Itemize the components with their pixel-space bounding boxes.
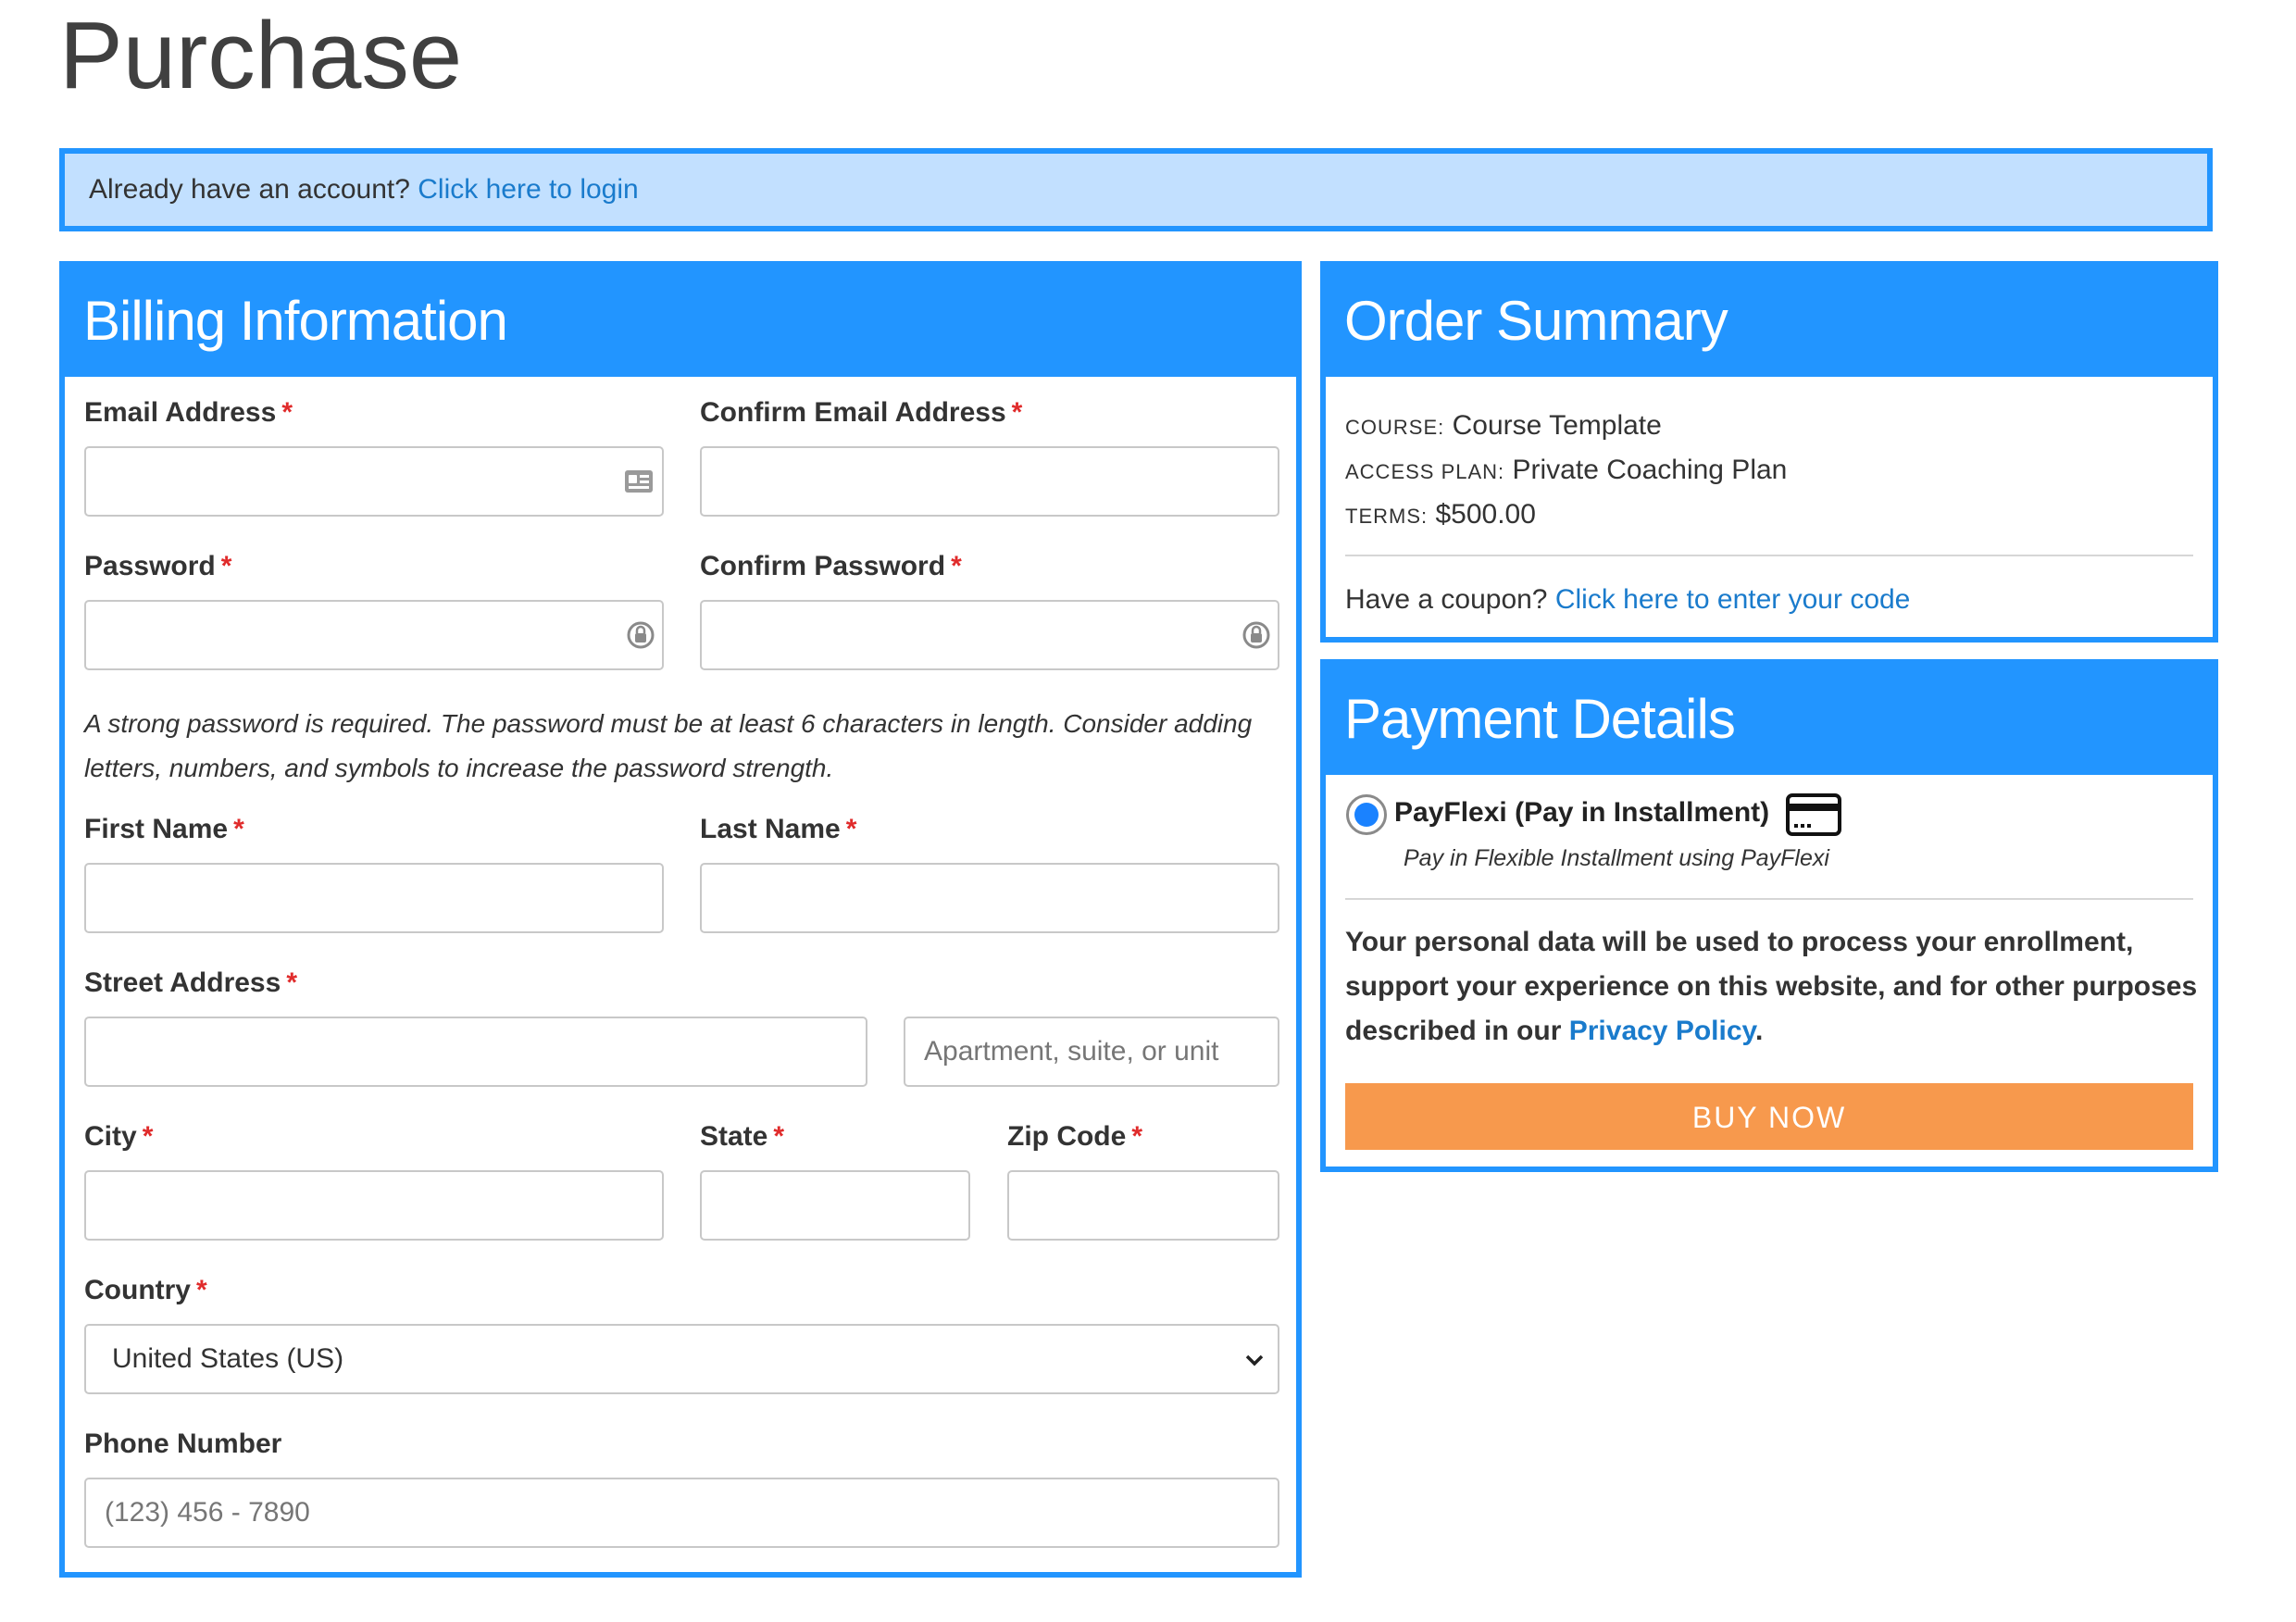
coupon-link[interactable]: Click here to enter your code bbox=[1555, 584, 1911, 615]
payment-divider bbox=[1345, 898, 2193, 900]
login-link[interactable]: Click here to login bbox=[418, 174, 638, 205]
street-address-field[interactable] bbox=[84, 1017, 867, 1087]
required-marker: * bbox=[1011, 397, 1023, 428]
email-field[interactable] bbox=[84, 446, 664, 517]
last-name-label: Last Name * bbox=[700, 814, 857, 844]
order-summary-header: Order Summary bbox=[1325, 266, 2214, 377]
required-marker: * bbox=[845, 814, 857, 844]
password-manager-icon[interactable] bbox=[625, 619, 656, 651]
password-manager-icon[interactable] bbox=[1241, 619, 1272, 651]
terms-label: Terms: bbox=[1345, 505, 1429, 528]
required-marker: * bbox=[220, 551, 232, 581]
street-address-2-field[interactable] bbox=[904, 1017, 1279, 1087]
login-notice-text: Already have an account? bbox=[89, 174, 410, 205]
access-plan-label: Access Plan: bbox=[1345, 460, 1505, 483]
login-notice: Already have an account? Click here to l… bbox=[59, 148, 2213, 231]
required-marker: * bbox=[773, 1121, 785, 1152]
course-value: Course Template bbox=[1452, 410, 1662, 441]
zip-label: Zip Code * bbox=[1007, 1121, 1143, 1152]
required-marker: * bbox=[1131, 1121, 1143, 1152]
zip-field[interactable] bbox=[1007, 1170, 1279, 1241]
state-label: State * bbox=[700, 1121, 785, 1152]
buy-now-button[interactable]: BUY NOW bbox=[1345, 1083, 2193, 1150]
billing-panel: Billing Information Email Address * Confi… bbox=[59, 261, 1302, 1578]
access-plan-line: Access Plan: Private Coaching Plan bbox=[1345, 448, 1787, 494]
required-marker: * bbox=[281, 397, 293, 428]
payment-details-header: Payment Details bbox=[1325, 664, 2214, 775]
required-marker: * bbox=[286, 967, 297, 998]
privacy-text: Your personal data will be used to proce… bbox=[1345, 927, 2198, 1046]
payflexi-title[interactable]: PayFlexi (Pay in Installment) bbox=[1394, 794, 1769, 831]
confirm-email-field[interactable] bbox=[700, 446, 1279, 517]
access-plan-value: Private Coaching Plan bbox=[1512, 455, 1788, 485]
page-title: Purchase bbox=[59, 2, 463, 108]
confirm-password-label: Confirm Password * bbox=[700, 551, 962, 581]
password-label: Password * bbox=[84, 551, 232, 581]
city-field[interactable] bbox=[84, 1170, 664, 1241]
payment-details-panel: Payment Details PayFlexi (Pay in Install… bbox=[1320, 659, 2218, 1172]
payflexi-description: Pay in Flexible Installment using PayFle… bbox=[1404, 845, 1829, 871]
course-line: Course: Course Template bbox=[1345, 404, 1662, 450]
summary-divider bbox=[1345, 555, 2193, 556]
chevron-down-icon bbox=[1245, 1354, 1264, 1366]
country-select-value: United States (US) bbox=[112, 1343, 344, 1374]
password-field[interactable] bbox=[84, 600, 664, 670]
state-field[interactable] bbox=[700, 1170, 970, 1241]
terms-line: Terms: $500.00 bbox=[1345, 493, 1536, 539]
country-select[interactable]: United States (US) bbox=[84, 1324, 1279, 1394]
course-label: Course: bbox=[1345, 416, 1445, 439]
billing-header: Billing Information bbox=[64, 266, 1297, 377]
order-summary-panel: Order Summary Course: Course Template Ac… bbox=[1320, 261, 2218, 643]
email-label: Email Address * bbox=[84, 397, 293, 428]
required-marker: * bbox=[951, 551, 962, 581]
password-hint: A strong password is required. The passw… bbox=[84, 709, 1253, 782]
required-marker: * bbox=[233, 814, 244, 844]
country-label: Country * bbox=[84, 1275, 207, 1305]
coupon-line: Have a coupon? Click here to enter your … bbox=[1345, 578, 1910, 622]
privacy-policy-link[interactable]: Privacy Policy bbox=[1569, 1016, 1755, 1046]
payflexi-radio[interactable] bbox=[1346, 794, 1387, 835]
credit-card-icon bbox=[1786, 793, 1841, 836]
required-marker: * bbox=[196, 1275, 207, 1305]
terms-value: $500.00 bbox=[1435, 499, 1536, 530]
confirm-email-label: Confirm Email Address * bbox=[700, 397, 1023, 428]
privacy-notice: Your personal data will be used to proce… bbox=[1345, 920, 2206, 1054]
required-marker: * bbox=[142, 1121, 154, 1152]
radio-selected-dot bbox=[1354, 803, 1379, 827]
purchase-page: Purchase Already have an account? Click … bbox=[0, 0, 2296, 1622]
privacy-end: . bbox=[1754, 1016, 1764, 1046]
phone-field[interactable] bbox=[84, 1478, 1279, 1548]
coupon-text: Have a coupon? bbox=[1345, 584, 1548, 615]
contact-card-icon[interactable] bbox=[623, 466, 655, 497]
last-name-field[interactable] bbox=[700, 863, 1279, 933]
first-name-label: First Name * bbox=[84, 814, 244, 844]
street-label: Street Address * bbox=[84, 967, 297, 998]
phone-label: Phone Number bbox=[84, 1429, 282, 1459]
confirm-password-field[interactable] bbox=[700, 600, 1279, 670]
first-name-field[interactable] bbox=[84, 863, 664, 933]
city-label: City * bbox=[84, 1121, 154, 1152]
